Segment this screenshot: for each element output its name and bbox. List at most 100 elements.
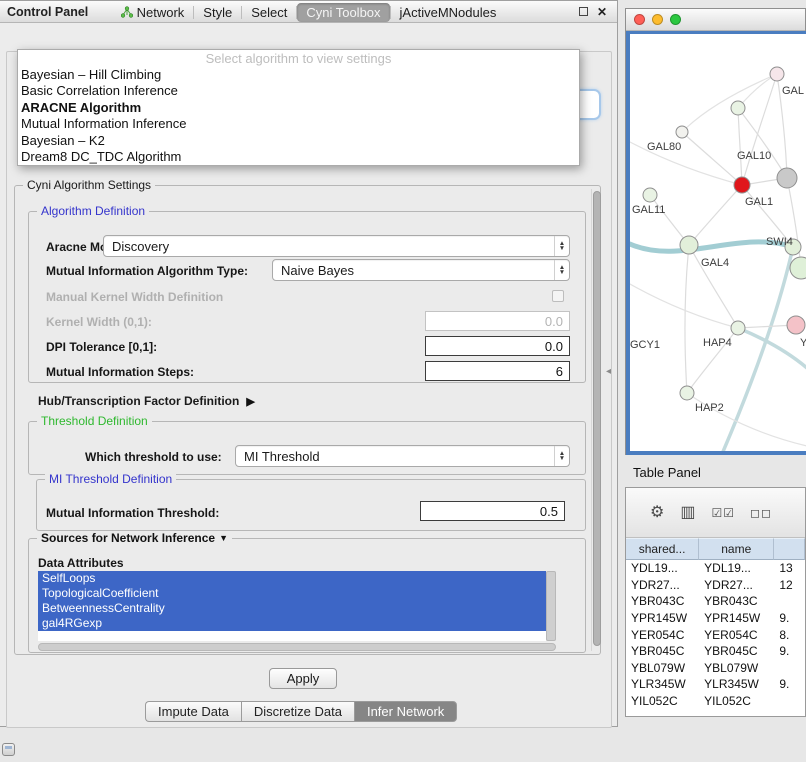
mi-steps-label: Mutual Information Steps: bbox=[46, 365, 194, 379]
algorithm-option-aracne-algorithm[interactable]: ARACNE Algorithm bbox=[18, 100, 579, 116]
network-edge[interactable] bbox=[682, 74, 777, 132]
attribute-item-selfloops[interactable]: SelfLoops bbox=[38, 571, 546, 586]
manual-kernel-checkbox[interactable] bbox=[552, 290, 564, 302]
table-row[interactable]: YPR145WYPR145W9. bbox=[626, 610, 805, 627]
network-canvas[interactable]: GALGAL80GAL10GAL11GAL1SWI4GAL4GCY1HAP4YH… bbox=[630, 34, 806, 451]
table-cell: YDL19... bbox=[626, 561, 699, 575]
table-cell: 12 bbox=[774, 578, 805, 592]
table-row[interactable]: YER054CYER054C8. bbox=[626, 626, 805, 643]
table-row[interactable]: YBL079WYBL079W bbox=[626, 660, 805, 677]
table-cell: 9. bbox=[774, 644, 805, 658]
table-row[interactable]: YBR043CYBR043C bbox=[626, 593, 805, 610]
dpi-tolerance-field[interactable] bbox=[425, 336, 570, 356]
tab-style[interactable]: Style bbox=[194, 3, 241, 22]
restore-panel-icon[interactable] bbox=[2, 743, 15, 756]
network-node[interactable] bbox=[680, 236, 698, 254]
table-cell: YPR145W bbox=[699, 611, 774, 625]
network-node[interactable] bbox=[770, 67, 784, 81]
tab-select[interactable]: Select bbox=[242, 3, 296, 22]
network-edge[interactable] bbox=[689, 185, 742, 245]
attributes-list-vertical-scrollbar[interactable] bbox=[546, 571, 556, 641]
hub-definition-label: Hub/Transcription Factor Definition bbox=[38, 394, 239, 408]
minimize-button[interactable] bbox=[652, 14, 663, 25]
network-node[interactable] bbox=[680, 386, 694, 400]
table-cell: YLR345W bbox=[699, 677, 774, 691]
attributes-list-horizontal-scrollbar[interactable] bbox=[38, 643, 556, 651]
table-cell: 8. bbox=[774, 628, 805, 642]
mi-threshold-label: Mutual Information Threshold: bbox=[46, 506, 219, 520]
network-edge[interactable] bbox=[682, 132, 742, 185]
apply-button[interactable]: Apply bbox=[269, 668, 337, 689]
tab-network[interactable]: Network bbox=[112, 3, 194, 22]
network-edge[interactable] bbox=[630, 284, 738, 328]
mi-threshold-field[interactable] bbox=[420, 501, 565, 521]
algorithm-option-bayesian-k2[interactable]: Bayesian – K2 bbox=[18, 133, 579, 149]
network-node-label-hap4: HAP4 bbox=[703, 337, 732, 349]
column-header-name[interactable]: name bbox=[699, 538, 774, 560]
algorithm-option-basic-correlation-inference[interactable]: Basic Correlation Inference bbox=[18, 83, 579, 99]
network-edge[interactable] bbox=[738, 108, 742, 185]
table-cell: YIL052C bbox=[626, 694, 699, 708]
tab-cyni-toolbox[interactable]: Cyni Toolbox bbox=[297, 3, 389, 22]
network-node[interactable] bbox=[787, 316, 805, 334]
tab-jactivemnodules[interactable]: jActiveMNodules bbox=[391, 3, 506, 22]
network-node[interactable] bbox=[790, 257, 806, 279]
table-body: YDL19...YDL19...13YDR27...YDR27...12YBR0… bbox=[626, 560, 805, 709]
panel-divider-collapse-icon[interactable]: ◂ bbox=[606, 366, 611, 377]
window-buttons bbox=[626, 14, 681, 25]
mi-type-value: Naive Bayes bbox=[281, 263, 354, 278]
table-cell: 13 bbox=[774, 561, 805, 575]
gear-icon[interactable]: ⚙ bbox=[650, 505, 665, 521]
mi-type-select[interactable]: Naive Bayes ▲▼ bbox=[272, 259, 570, 281]
network-edge[interactable] bbox=[742, 74, 777, 185]
table-row[interactable]: YDR27...YDR27...12 bbox=[626, 577, 805, 594]
attribute-item-betweennesscentrality[interactable]: BetweennessCentrality bbox=[38, 601, 546, 616]
hub-definition-expander[interactable]: Hub/Transcription Factor Definition ▶ bbox=[38, 394, 255, 408]
table-row[interactable]: YBR045CYBR045C9. bbox=[626, 643, 805, 660]
table-cell: YBL079W bbox=[699, 661, 774, 675]
which-threshold-select[interactable]: MI Threshold ▲▼ bbox=[235, 445, 570, 467]
table-cell: YDL19... bbox=[699, 561, 774, 575]
bottom-tab-bar: Impute DataDiscretize DataInfer Network bbox=[145, 701, 457, 722]
sources-expander[interactable]: Sources for Network Inference ▼ bbox=[37, 531, 232, 545]
combo-arrows-icon: ▲▼ bbox=[554, 236, 569, 256]
table-row[interactable]: YIL052CYIL052C bbox=[626, 693, 805, 710]
zoom-button[interactable] bbox=[670, 14, 681, 25]
bottom-tab-discretize-data[interactable]: Discretize Data bbox=[241, 701, 354, 722]
network-node[interactable] bbox=[777, 168, 797, 188]
columns-icon[interactable]: ▥ bbox=[680, 505, 696, 521]
hide-columns-icon[interactable]: ◻◻ bbox=[750, 505, 772, 521]
aracne-mode-select[interactable]: Discovery ▲▼ bbox=[103, 235, 570, 257]
network-node[interactable] bbox=[731, 321, 745, 335]
attribute-item-topologicalcoefficient[interactable]: TopologicalCoefficient bbox=[38, 586, 546, 601]
column-header-shared[interactable]: shared... bbox=[626, 538, 699, 560]
combo-arrows-icon: ▲▼ bbox=[554, 260, 569, 280]
network-node-label-gal11: GAL11 bbox=[632, 204, 665, 216]
kernel-width-field[interactable] bbox=[425, 311, 570, 331]
network-node[interactable] bbox=[643, 188, 657, 202]
algorithm-option-mutual-information-inference[interactable]: Mutual Information Inference bbox=[18, 116, 579, 132]
select-all-columns-icon[interactable]: ☑☑ bbox=[711, 505, 735, 521]
network-edge[interactable] bbox=[687, 393, 806, 446]
attribute-item-gal4rgexp[interactable]: gal4RGexp bbox=[38, 616, 546, 631]
network-edge[interactable] bbox=[685, 245, 689, 393]
table-row[interactable]: YDL19...YDL19...13 bbox=[626, 560, 805, 577]
column-header-col2[interactable] bbox=[774, 538, 805, 560]
table-row[interactable]: YLR345WYLR345W9. bbox=[626, 676, 805, 693]
table-cell: 9. bbox=[774, 611, 805, 625]
chevron-right-icon: ▶ bbox=[246, 395, 254, 408]
bottom-tab-impute-data[interactable]: Impute Data bbox=[145, 701, 241, 722]
close-button[interactable] bbox=[634, 14, 645, 25]
network-edge[interactable] bbox=[650, 195, 689, 245]
algorithm-option-dream8-dc-tdc-algorithm[interactable]: Dream8 DC_TDC Algorithm bbox=[18, 149, 579, 165]
scrollbar-thumb[interactable] bbox=[593, 191, 601, 646]
settings-vertical-scrollbar[interactable] bbox=[591, 189, 601, 651]
network-node[interactable] bbox=[676, 126, 688, 138]
mi-steps-field[interactable] bbox=[425, 361, 570, 381]
network-graph[interactable]: GALGAL80GAL10GAL11GAL1SWI4GAL4GCY1HAP4YH… bbox=[630, 34, 806, 451]
network-node[interactable] bbox=[731, 101, 745, 115]
table-cell: YBR045C bbox=[699, 644, 774, 658]
algorithm-option-bayesian-hill-climbing[interactable]: Bayesian – Hill Climbing bbox=[18, 67, 579, 83]
bottom-tab-infer-network[interactable]: Infer Network bbox=[354, 701, 457, 722]
network-node[interactable] bbox=[734, 177, 750, 193]
